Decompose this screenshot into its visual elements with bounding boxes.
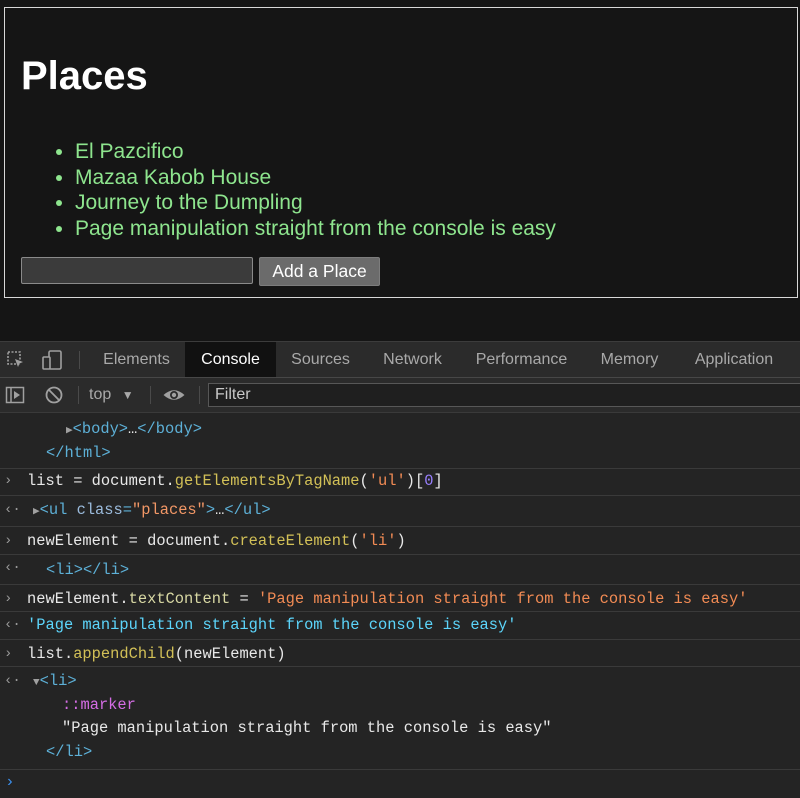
result-arrow-icon: ‹· [4, 673, 21, 689]
console-result-row: ‹· 'Page manipulation straight from the … [0, 612, 800, 640]
console-input-row: › list = document.getElementsByTagName('… [0, 469, 800, 496]
input-chevron-icon: › [4, 473, 13, 489]
tab-network[interactable]: Network [365, 342, 460, 377]
input-chevron-icon: › [4, 646, 13, 662]
filter-input[interactable]: Filter [208, 383, 800, 407]
list-item: Page manipulation straight from the cons… [75, 216, 556, 242]
text-node[interactable]: "Page manipulation straight from the con… [62, 718, 552, 738]
context-label: top [89, 386, 112, 403]
tag-text: </body> [137, 420, 202, 438]
console-command: list = document.getElementsByTagName('ul… [27, 472, 443, 490]
li-node[interactable]: <li></li> [46, 560, 129, 580]
console-output: ▶<body>…</body> </html> › list = documen… [0, 413, 800, 798]
devtools-panel: Elements Console Sources Network Perform… [0, 341, 800, 798]
toolbar-separator [150, 386, 151, 404]
list-item: Mazaa Kabob House [75, 165, 556, 191]
result-arrow-icon: ‹· [4, 560, 21, 576]
add-place-button[interactable]: Add a Place [259, 257, 380, 286]
input-chevron-icon: › [4, 591, 13, 607]
console-input-row: › newElement = document.createElement('l… [0, 527, 800, 555]
console-result-row: ‹· ▶<ul class="places">…</ul> [0, 496, 800, 527]
console-command: list.appendChild(newElement) [27, 645, 286, 663]
console-toolbar: top ▼ Filter [0, 378, 800, 413]
tab-sources[interactable]: Sources [276, 342, 365, 377]
console-command: newElement.textContent = 'Page manipulat… [27, 590, 748, 608]
body-node[interactable]: ▶<body>…</body> [66, 419, 202, 441]
tab-separator [79, 351, 80, 369]
expand-triangle-icon[interactable]: ▶ [66, 425, 73, 437]
result-arrow-icon: ‹· [4, 502, 21, 518]
toolbar-separator [199, 386, 200, 404]
context-selector[interactable]: top ▼ [89, 378, 134, 412]
inspect-icon[interactable] [6, 350, 26, 370]
expand-triangle-icon[interactable]: ▶ [33, 506, 40, 518]
console-result-row: ‹· <li></li> [0, 555, 800, 585]
input-chevron-icon: › [4, 533, 13, 549]
toolbar-separator [78, 386, 79, 404]
tab-elements[interactable]: Elements [88, 342, 185, 377]
ellipsis: … [128, 420, 138, 438]
place-input[interactable] [21, 257, 253, 284]
clear-console-icon[interactable] [44, 385, 64, 405]
console-input-row: › newElement.textContent = 'Page manipul… [0, 585, 800, 612]
tab-console[interactable]: Console [185, 342, 276, 377]
places-list: El Pazcifico Mazaa Kabob House Journey t… [75, 139, 556, 241]
string-result: 'Page manipulation straight from the con… [27, 616, 517, 634]
marker-pseudo[interactable]: ::marker [62, 695, 136, 715]
devtools-tabbar: Elements Console Sources Network Perform… [0, 342, 800, 378]
list-item: Journey to the Dumpling [75, 190, 556, 216]
device-toggle-icon[interactable] [41, 350, 62, 370]
collapse-triangle-icon[interactable]: ▼ [33, 677, 40, 689]
page-viewport: Places El Pazcifico Mazaa Kabob House Jo… [0, 0, 800, 341]
prompt-chevron-icon: › [5, 773, 15, 791]
tab-performance[interactable]: Performance [460, 342, 583, 377]
console-history: ▶<body>…</body> </html> [0, 413, 800, 469]
li-close-tag: </li> [46, 743, 93, 761]
dropdown-arrow-icon: ▼ [121, 388, 134, 402]
console-input-row: › list.appendChild(newElement) [0, 640, 800, 667]
page-body: Places El Pazcifico Mazaa Kabob House Jo… [4, 7, 798, 298]
page-title: Places [21, 54, 148, 98]
eye-icon[interactable] [162, 385, 185, 405]
tab-application[interactable]: Application [676, 342, 792, 377]
html-close-tag: </html> [46, 444, 111, 462]
tab-memory[interactable]: Memory [583, 342, 676, 377]
console-result-row: ‹· ▼<li> ::marker "Page manipulation str… [0, 667, 800, 770]
console-prompt[interactable]: › [0, 770, 800, 798]
ul-node[interactable]: ▶<ul class="places">…</ul> [33, 500, 271, 522]
console-command: newElement = document.createElement('li'… [27, 532, 406, 550]
result-arrow-icon: ‹· [4, 617, 21, 633]
sidebar-toggle-icon[interactable] [5, 385, 25, 405]
li-node-expanded[interactable]: ▼<li> [33, 671, 77, 693]
list-item: El Pazcifico [75, 139, 556, 165]
tag-text: <body> [72, 420, 129, 438]
